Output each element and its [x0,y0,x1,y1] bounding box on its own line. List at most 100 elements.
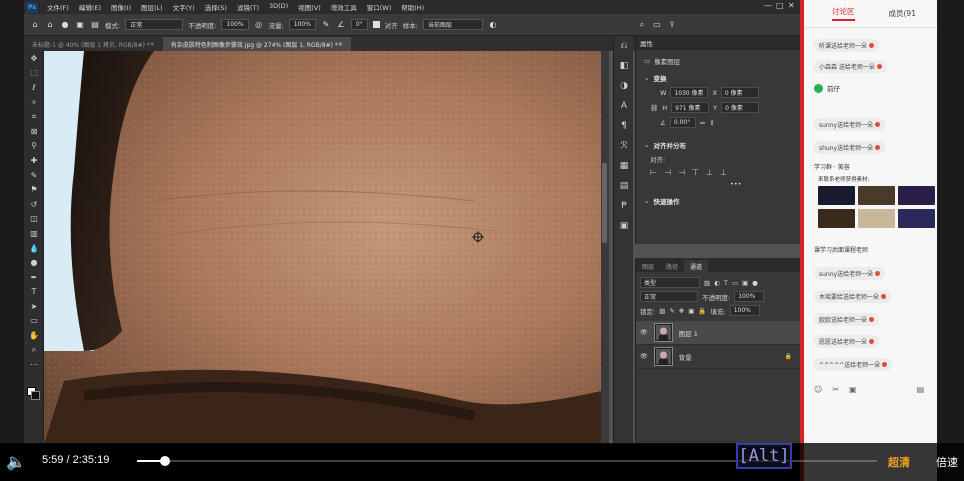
glyph-panel-icon[interactable]: ℛ [614,136,634,156]
mode-select[interactable]: 正常 [125,19,184,30]
search-icon[interactable]: ⌕ [637,20,647,30]
layer-row[interactable]: 👁 图层 1 [636,321,800,345]
properties-panel-icon[interactable]: ◧ [614,56,634,76]
home-icon[interactable]: ⌂ [30,20,40,30]
menu-item[interactable]: 文字(Y) [168,2,200,12]
menu-item[interactable]: 视图(V) [293,2,326,12]
eyedropper-icon[interactable]: ⚲ [24,139,44,154]
opacity-field[interactable]: 100% [221,19,249,30]
dodge-icon[interactable]: ● [24,255,44,270]
chat-tab[interactable]: 讨论区 [832,6,855,21]
ignore-adjustment-icon[interactable]: ◐ [488,20,498,30]
lock-artboard-icon[interactable]: ▣ [688,307,694,315]
filter-smart-icon[interactable]: ▣ [742,279,748,287]
promo-image[interactable] [898,209,935,228]
menu-item[interactable]: 文件(F) [42,2,74,12]
height-field[interactable]: 971 像素 [671,102,710,113]
layer-filter-select[interactable]: 类型 [640,277,700,288]
fill-field[interactable]: 100% [729,305,760,316]
more-icon[interactable]: ⋯ [24,357,44,372]
menu-item[interactable]: 图层(L) [136,2,168,12]
layer-opacity-field[interactable]: 100% [734,291,765,302]
notes-panel-icon[interactable]: ▤ [614,176,634,196]
tool-preset-icon[interactable]: ⌂ [45,20,55,30]
visibility-eye-icon[interactable]: 👁 [640,329,648,336]
align-center-icon[interactable]: ⊣ [664,168,671,177]
layer-row[interactable]: 👁 背景 🔒 [636,345,800,369]
paragraph-panel-icon[interactable]: ¶ [614,116,634,136]
type-icon[interactable]: T [24,285,44,300]
promo-image[interactable] [818,186,855,205]
lock-move-icon[interactable]: ✥ [679,307,684,315]
flow-field[interactable]: 100% [288,19,316,30]
promo-image[interactable] [818,209,855,228]
sample-select[interactable]: 当前图层 [422,19,483,30]
flip-vertical-icon[interactable]: ⇕ [709,119,714,127]
align-left-icon[interactable]: ⊢ [650,168,657,177]
quality-button[interactable]: 超清 [888,454,910,470]
menu-item[interactable]: 选择(S) [200,2,232,12]
more-options[interactable]: ••• [636,180,800,188]
lasso-icon[interactable]: ℓ [24,80,44,95]
brush-preset-icon[interactable]: ● [60,20,70,30]
brush-icon[interactable]: ✎ [24,168,44,183]
crop-icon[interactable]: ⌗ [24,109,44,124]
x-field[interactable]: 0 像素 [720,87,759,98]
frame-icon[interactable]: ⊠ [24,124,44,139]
paths-panel-icon[interactable]: Ᵽ [614,196,634,216]
angle-field[interactable]: 0° [350,19,368,30]
chat-tab[interactable]: 成员(91 [889,8,916,19]
align-top-icon[interactable]: ⊤ [692,168,699,177]
volume-icon[interactable]: 🔈 [6,452,26,471]
lock-paint-icon[interactable]: ✎ [669,307,674,315]
gradient-icon[interactable]: ▥ [24,226,44,241]
close-tab-icon[interactable]: × [338,41,343,48]
comment-icon[interactable]: ▤ [917,385,925,394]
quick-actions-section[interactable]: ⌄ 快速操作 [636,196,800,206]
link-icon[interactable]: ⛓ [650,104,658,112]
progress-knob[interactable] [160,456,171,466]
menu-item[interactable]: 图像(I) [106,2,136,12]
character-panel-icon[interactable]: A [614,96,634,116]
filter-pixel-icon[interactable]: ▨ [704,279,710,287]
workspace-icon[interactable]: ▭ [652,20,662,30]
menu-item[interactable]: 窗口(W) [362,2,397,12]
menu-item[interactable]: 编辑(E) [74,2,106,12]
brush-settings-icon[interactable]: ▣ [75,20,85,30]
close-icon[interactable]: ✕ [788,1,795,10]
speed-button[interactable]: 倍速 [936,454,958,470]
share-icon[interactable]: ⇪ [667,20,677,30]
minimize-icon[interactable]: — [764,1,772,10]
menu-item[interactable]: 3D(D) [264,2,293,12]
path-select-icon[interactable]: ➤ [24,299,44,314]
blend-mode-select[interactable]: 正常 [640,291,698,302]
align-right-icon[interactable]: ⊣ [678,168,685,177]
promo-image[interactable] [858,209,895,228]
hand-icon[interactable]: ✋ [24,328,44,343]
menu-item[interactable]: 滤镜(T) [232,2,264,12]
adjust-panel-icon[interactable]: ◑ [614,76,634,96]
image-canvas[interactable] [44,51,601,444]
align-section[interactable]: ⌄ 对齐并分布 [636,140,800,150]
width-field[interactable]: 1030 像素 [670,87,709,98]
blur-icon[interactable]: 💧 [24,241,44,256]
zoom-icon[interactable]: ⌕ [24,343,44,358]
transform-section[interactable]: ⌄ 变换 [636,73,800,83]
history-brush-icon[interactable]: ↺ [24,197,44,212]
document-tab[interactable]: 有杂皮肤特色制图像步骤效.jpg @ 274% (图层 1, RGB/8#) *… [162,37,351,51]
close-tab-icon[interactable]: × [150,41,155,48]
flip-horizontal-icon[interactable]: ⇔ [700,119,705,127]
filter-adjust-icon[interactable]: ◐ [714,279,720,287]
pen-icon[interactable]: ✒ [24,270,44,285]
menu-item[interactable]: 增效工具 [326,2,362,12]
image-icon[interactable]: ▣ [849,385,857,394]
layers-tab[interactable]: 通道 [684,260,709,272]
lock-pixels-icon[interactable]: ▨ [659,307,665,315]
scissors-icon[interactable]: ✂ [832,385,839,394]
pressure-opacity-icon[interactable]: ◎ [254,20,264,30]
canvas-scrollbar[interactable] [601,51,609,444]
clone-source-icon[interactable]: ▤ [90,20,100,30]
marquee-icon[interactable]: ⬚ [24,66,44,81]
filter-type-icon[interactable]: T [724,279,728,287]
promo-image[interactable] [898,186,935,205]
